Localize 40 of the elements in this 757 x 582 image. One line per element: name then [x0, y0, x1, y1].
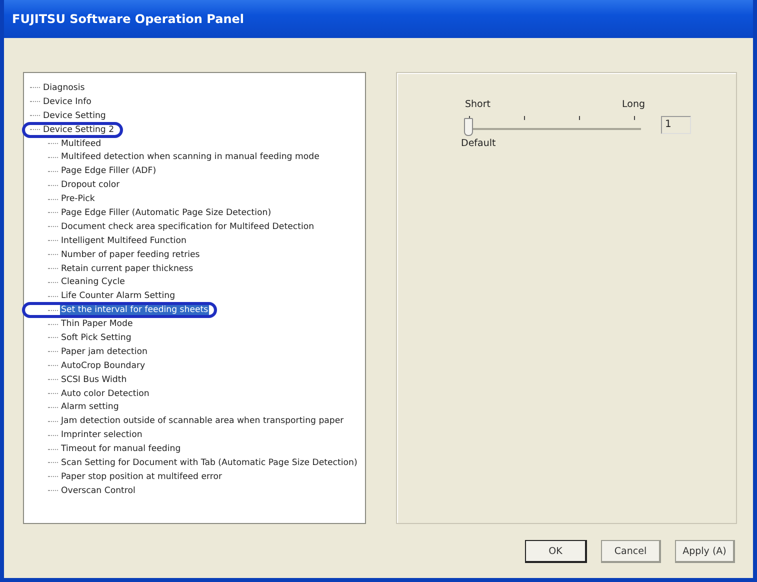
- dialog-button[interactable]: OK: [525, 540, 587, 563]
- tree-item[interactable]: Paper stop position at multifeed error: [60, 472, 224, 482]
- tree-item[interactable]: Dropout color: [60, 180, 121, 190]
- long-label: Long: [622, 99, 645, 110]
- tree-item[interactable]: Paper jam detection: [60, 346, 148, 357]
- tree-item[interactable]: Retain current paper thickness: [60, 264, 194, 274]
- tree-item[interactable]: Timeout for manual feeding: [60, 444, 182, 454]
- tree-item[interactable]: Number of paper feeding retries: [60, 250, 201, 260]
- tree-item[interactable]: Document check area specification for Multifeed Detection: [60, 222, 316, 232]
- slider-thumb[interactable]: [464, 118, 473, 136]
- tree-item[interactable]: Thin Paper Mode: [60, 319, 134, 330]
- short-label: Short: [465, 99, 490, 110]
- tree-item[interactable]: Diagnosis: [42, 82, 86, 93]
- tree-item[interactable]: Device Setting 2: [42, 124, 116, 135]
- tree-item[interactable]: Multifeed detection when scanning in manual feeding mode: [60, 152, 320, 162]
- tree-item[interactable]: Multifeed: [60, 138, 102, 148]
- tree-item[interactable]: Page Edge Filler (ADF): [60, 166, 158, 176]
- tree-item[interactable]: Alarm setting: [60, 402, 120, 412]
- tree-item[interactable]: Scan Setting for Document with Tab (Automatic Page Size Detection): [60, 458, 358, 468]
- tree-item[interactable]: Soft Pick Setting: [60, 332, 132, 343]
- dialog-button[interactable]: Cancel: [601, 540, 661, 563]
- window-title: FUJITSU Software Operation Panel: [12, 12, 244, 26]
- tree-item[interactable]: Page Edge Filler (Automatic Page Size Detection): [60, 208, 272, 218]
- tree-item[interactable]: Device Info: [42, 96, 92, 107]
- default-label: Default: [461, 138, 497, 149]
- tree-item[interactable]: Pre-Pick: [60, 194, 96, 204]
- tree-item[interactable]: Overscan Control: [60, 486, 136, 496]
- tree-item[interactable]: Life Counter Alarm Setting: [60, 291, 176, 302]
- tree-item[interactable]: Set the interval for feeding sheets: [60, 305, 210, 316]
- tree-item[interactable]: Auto color Detection: [60, 388, 150, 399]
- interval-slider[interactable]: [465, 114, 641, 136]
- tree-item[interactable]: Device Setting: [42, 110, 107, 121]
- tree-item[interactable]: Jam detection outside of scannable area when transporting paper: [60, 416, 345, 426]
- dialog-button[interactable]: Apply (A): [675, 540, 735, 563]
- tree-item[interactable]: Imprinter selection: [60, 430, 144, 440]
- value-field[interactable]: 1: [661, 116, 691, 134]
- tree-item[interactable]: Cleaning Cycle: [60, 277, 126, 288]
- tree-item[interactable]: Intelligent Multifeed Function: [60, 236, 188, 246]
- tree-item[interactable]: SCSI Bus Width: [60, 374, 128, 385]
- tree-item[interactable]: AutoCrop Boundary: [60, 360, 146, 371]
